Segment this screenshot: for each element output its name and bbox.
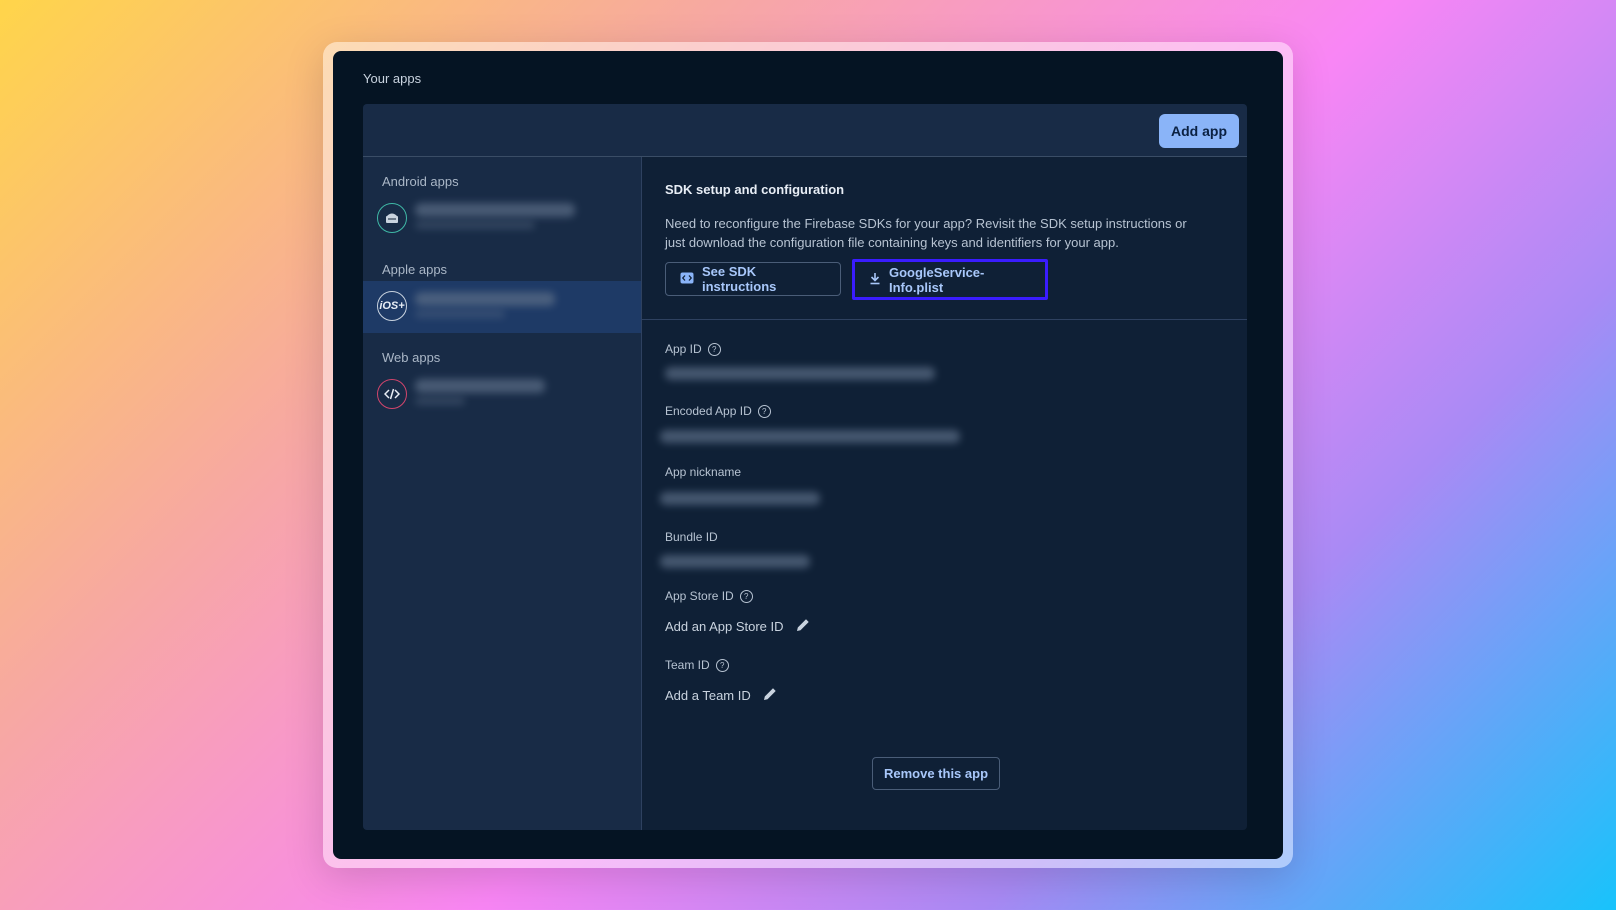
remove-app-button[interactable]: Remove this app [872,757,1000,790]
app-store-id-label: App Store ID ? [665,589,753,603]
app-name-redacted [415,379,545,393]
sdk-description: Need to reconfigure the Firebase SDKs fo… [665,216,1187,250]
app-item-ios[interactable]: iOS+ [363,281,641,333]
download-icon [869,272,881,288]
encoded-app-id-label: Encoded App ID ? [665,404,771,418]
code-box-icon [680,272,694,287]
add-app-button[interactable]: Add app [1159,114,1239,148]
android-icon [377,203,407,233]
app-item-web[interactable] [363,369,641,421]
group-label-web: Web apps [382,350,441,365]
see-sdk-instructions-button[interactable]: See SDK instructions [665,262,841,296]
app-nickname-label: App nickname [665,465,742,479]
app-id-redacted [415,397,465,405]
group-label-android: Android apps [382,174,459,189]
app-name-redacted [415,203,575,217]
download-config-label: GoogleService-Info.plist [889,264,985,295]
app-item-android[interactable] [363,193,641,245]
help-icon[interactable]: ? [715,658,729,672]
app-id-redacted [415,221,535,229]
edit-pencil-icon[interactable] [761,685,779,706]
help-icon[interactable]: ? [739,589,753,603]
app-id-value-redacted [665,367,935,380]
app-id-label: App ID ? [665,342,721,356]
card-header: Add app [363,104,1247,157]
bundle-id-label: Bundle ID [665,530,718,544]
app-details: SDK setup and configuration Need to reco… [642,157,1247,830]
team-id-label: Team ID ? [665,658,729,672]
ios-icon: iOS+ [377,291,407,321]
sdk-title: SDK setup and configuration [665,182,845,197]
download-config-button[interactable]: GoogleService-Info.plist [852,259,1048,300]
section-divider [642,319,1247,320]
app-nickname-value-redacted [660,492,820,505]
app-id-redacted [415,310,505,318]
edit-pencil-icon[interactable] [794,616,812,637]
add-app-store-id[interactable]: Add an App Store ID [665,616,812,637]
section-title: Your apps [363,71,422,86]
help-icon[interactable]: ? [757,404,771,418]
code-icon [377,379,407,409]
encoded-app-id-value-redacted [660,430,960,443]
app-name-redacted [415,292,555,306]
add-team-id[interactable]: Add a Team ID [665,685,779,706]
bundle-id-value-redacted [660,555,810,568]
app-window: Your apps Add app Android apps Apple app… [333,51,1283,859]
apps-card: Add app Android apps Apple apps iOS+ Web… [363,104,1247,830]
see-sdk-instructions-label: See SDK instructions [702,264,777,294]
group-label-apple: Apple apps [382,262,448,277]
help-icon[interactable]: ? [707,342,721,356]
apps-sidebar: Android apps Apple apps iOS+ Web apps [363,157,642,830]
